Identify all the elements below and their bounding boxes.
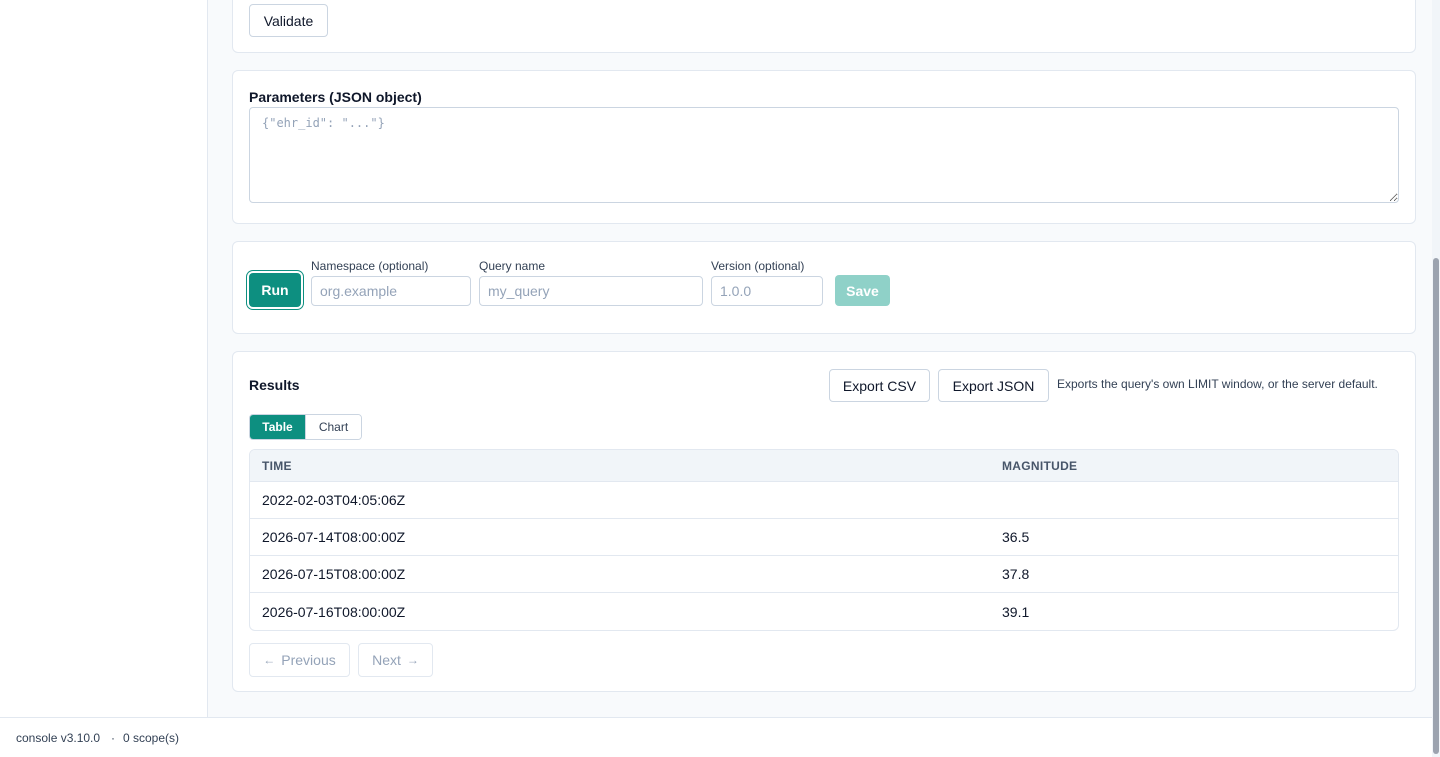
export-csv-button[interactable]: Export CSV [829, 369, 930, 402]
cell-magnitude: 39.1 [1002, 603, 1030, 620]
table-row: 2026-07-16T08:00:00Z 39.1 [250, 593, 1398, 630]
next-button[interactable]: Next → [358, 643, 433, 677]
column-header-magnitude: MAGNITUDE [1002, 458, 1078, 473]
validate-button[interactable]: Validate [249, 4, 328, 37]
console-version: console v3.10.0 [16, 731, 101, 745]
arrow-right-icon: → [406, 653, 419, 667]
footer: console v3.10.0 · 0 scope(s) [0, 717, 1432, 757]
export-json-button[interactable]: Export JSON [938, 369, 1049, 402]
table-row: 2026-07-15T08:00:00Z 37.8 [250, 556, 1398, 593]
table-row: 2026-07-14T08:00:00Z 36.5 [250, 519, 1398, 556]
query-name-label: Query name [479, 259, 546, 273]
cell-magnitude: 36.5 [1002, 529, 1030, 545]
version-input[interactable] [711, 276, 823, 306]
tab-chart[interactable]: Chart [305, 415, 361, 439]
page-scrollbar[interactable] [1432, 0, 1440, 757]
cell-time: 2026-07-16T08:00:00Z [262, 603, 406, 620]
tab-table[interactable]: Table [250, 415, 305, 439]
run-button[interactable]: Run [249, 273, 301, 307]
cell-magnitude: 37.8 [1002, 566, 1030, 582]
save-button[interactable]: Save [835, 275, 890, 306]
run-card: Run Namespace (optional) Query name Vers… [232, 241, 1416, 334]
results-title: Results [249, 377, 300, 393]
namespace-input[interactable] [311, 276, 471, 306]
parameters-textarea[interactable] [249, 107, 1399, 203]
query-name-input[interactable] [479, 276, 703, 306]
parameters-card: Parameters (JSON object) [232, 70, 1416, 224]
previous-label: Previous [281, 652, 336, 668]
results-table: TIME MAGNITUDE 2022-02-03T04:05:06Z 2026… [249, 449, 1399, 631]
version-label: Version (optional) [711, 259, 805, 273]
table-header: TIME MAGNITUDE [250, 450, 1398, 482]
query-editor-card: Validate [232, 0, 1416, 53]
footer-separator: · [111, 731, 115, 745]
cell-time: 2026-07-14T08:00:00Z [262, 529, 406, 545]
scope-count: 0 scope(s) [123, 731, 180, 745]
sidebar [0, 0, 208, 717]
view-toggle: Table Chart [249, 414, 362, 440]
previous-button[interactable]: ← Previous [249, 643, 350, 677]
namespace-label: Namespace (optional) [311, 259, 429, 273]
column-header-time: TIME [262, 458, 292, 473]
export-note: Exports the query's own LIMIT window, or… [1057, 377, 1378, 391]
cell-time: 2022-02-03T04:05:06Z [262, 492, 406, 508]
cell-time: 2026-07-15T08:00:00Z [262, 566, 406, 582]
arrow-left-icon: ← [263, 653, 276, 667]
parameters-label: Parameters (JSON object) [249, 89, 422, 105]
main-content: Validate Parameters (JSON object) Run Na… [208, 0, 1432, 717]
next-label: Next [372, 652, 401, 668]
results-card: Results Export CSV Export JSON Exports t… [232, 351, 1416, 692]
table-row: 2022-02-03T04:05:06Z [250, 482, 1398, 519]
scrollbar-thumb[interactable] [1433, 258, 1439, 754]
